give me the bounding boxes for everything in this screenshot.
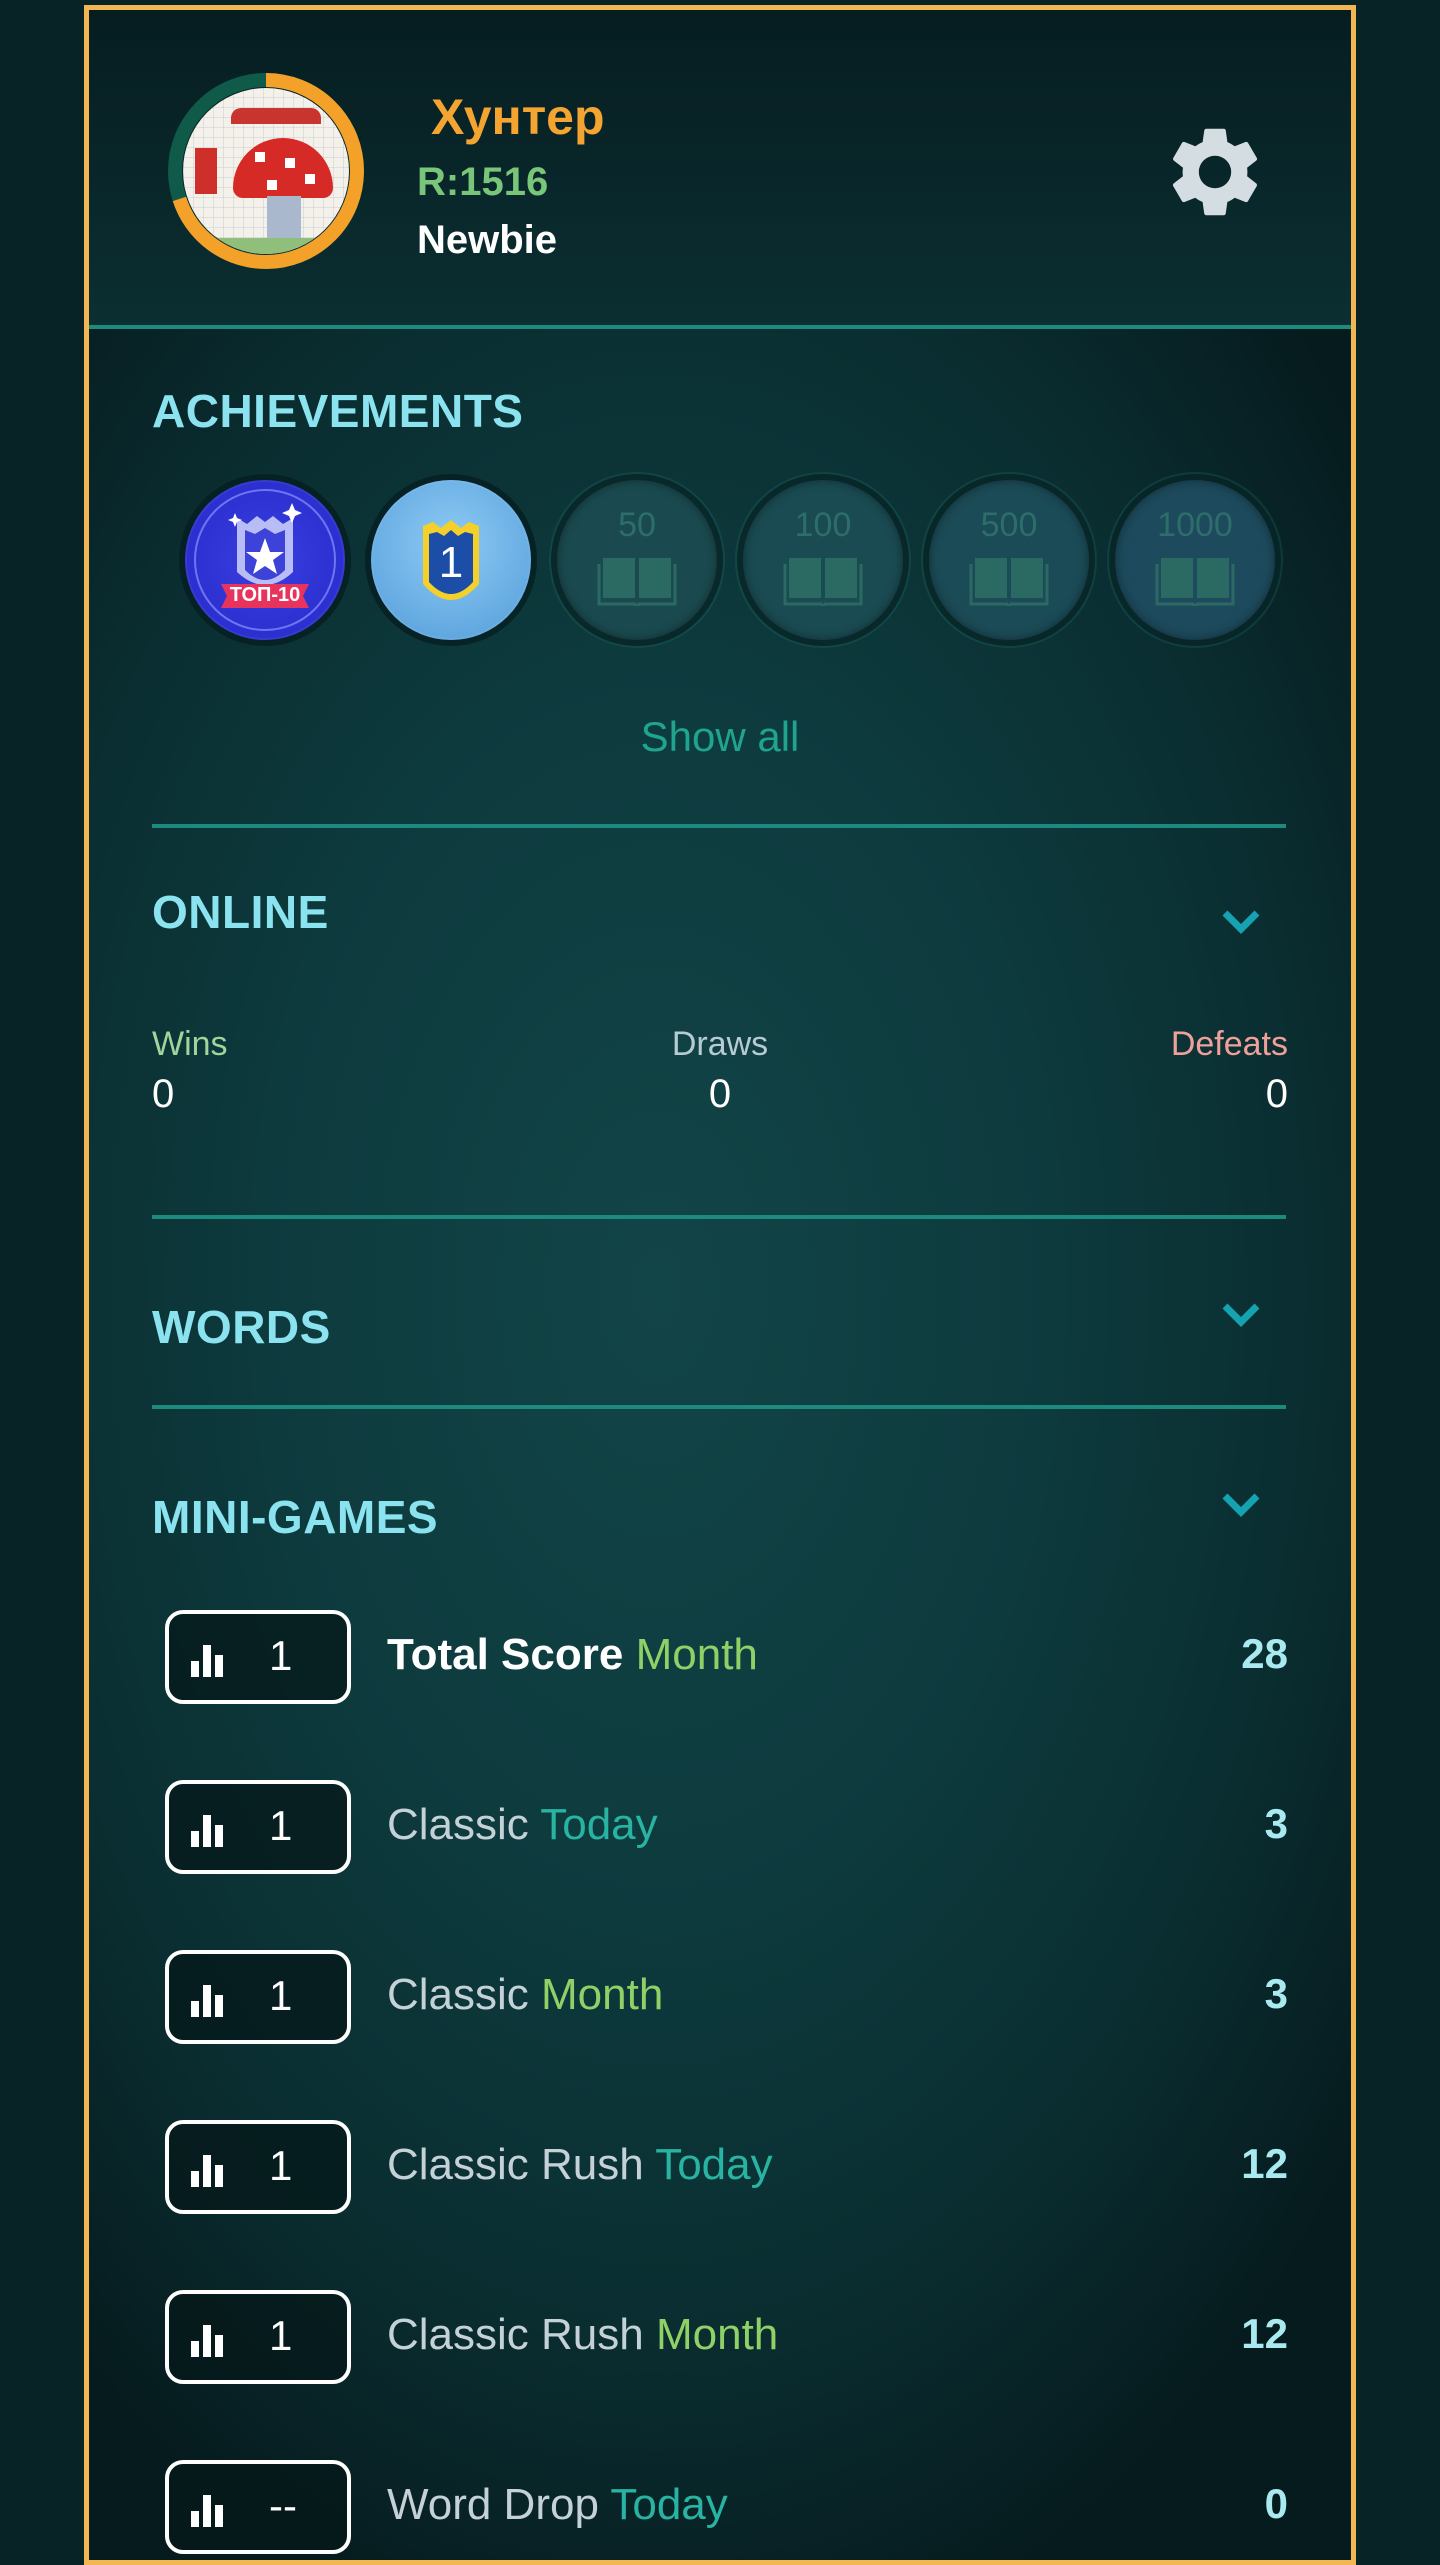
minigame-score: 12 — [1241, 2140, 1288, 2187]
rank-value: 1 — [269, 1972, 293, 2019]
rank-value: -- — [269, 2482, 297, 2529]
chevron-down-icon[interactable] — [1219, 907, 1263, 937]
book-icon — [783, 558, 863, 606]
bar-chart-icon — [191, 1645, 223, 1677]
bar-chart-icon — [191, 2155, 223, 2187]
minigame-score: 3 — [1264, 1800, 1288, 1847]
section-divider — [152, 824, 1286, 828]
minigame-row[interactable]: 1 Classic Rush Today 12 — [89, 2120, 1351, 2220]
badge-label: 100 — [794, 506, 852, 544]
shield-star-icon — [194, 489, 336, 631]
section-divider — [152, 1405, 1286, 1409]
top-10-badge[interactable]: ТОП-10 — [185, 480, 345, 640]
minigame-label: Classic Month — [387, 1970, 663, 2020]
minigame-period: Month — [635, 1630, 758, 1679]
user-rating: R:1516 — [417, 160, 549, 204]
section-divider — [152, 1215, 1286, 1219]
minigame-label: Classic Rush Month — [387, 2310, 778, 2360]
minigame-period: Today — [610, 2480, 728, 2529]
minigame-score: 12 — [1241, 2310, 1288, 2357]
leaderboard-button[interactable]: 1 — [165, 2290, 351, 2384]
minigame-period: Today — [655, 2140, 773, 2189]
achievements-list: ТОП-10 1 50 100 500 1000 — [89, 480, 1351, 650]
leaderboard-button[interactable]: -- — [165, 2460, 351, 2554]
minigame-row[interactable]: 1 Total Score Month 28 — [89, 1610, 1351, 1710]
settings-button[interactable] — [1161, 118, 1269, 226]
leaderboard-button[interactable]: 1 — [165, 1950, 351, 2044]
rank-value: 1 — [269, 2142, 293, 2189]
rank-value: 1 — [269, 1802, 293, 1849]
profile-screen: Хунтер R:1516 Newbie ACHIEVEMENTS ТОП-10 — [84, 5, 1356, 2565]
mushroom-avatar-icon — [183, 88, 349, 254]
words-section-title[interactable]: WORDS — [152, 1300, 331, 1354]
badge-label: 1 — [438, 538, 464, 587]
user-rank: Newbie — [417, 218, 558, 262]
minigames-section-title[interactable]: MINI-GAMES — [152, 1490, 438, 1544]
minigame-label: Word Drop Today — [387, 2480, 728, 2530]
book-icon — [1155, 558, 1235, 606]
minigame-name: Word Drop — [387, 2480, 599, 2529]
rank-value: 1 — [269, 2312, 293, 2359]
minigame-name: Total Score — [387, 1630, 624, 1679]
gear-icon — [1172, 128, 1258, 216]
online-section-title[interactable]: ONLINE — [152, 885, 329, 939]
bar-chart-icon — [191, 2325, 223, 2357]
minigame-label: Classic Today — [387, 1800, 658, 1850]
words-500-badge[interactable]: 500 — [929, 480, 1089, 640]
first-place-badge[interactable]: 1 — [371, 480, 531, 640]
minigame-period: Month — [655, 2310, 779, 2359]
badge-label: ТОП-10 — [229, 584, 301, 606]
draws-label: Draws — [671, 1025, 769, 1063]
minigame-row[interactable]: 1 Classic Month 3 — [89, 1950, 1351, 2050]
leaderboard-button[interactable]: 1 — [165, 2120, 351, 2214]
show-all-link[interactable]: Show all — [89, 713, 1351, 761]
leaderboard-button[interactable]: 1 — [165, 1780, 351, 1874]
defeats-label: Defeats — [1170, 1025, 1288, 1063]
defeats-value: 0 — [1265, 1072, 1288, 1116]
badge-label: 1000 — [1157, 506, 1233, 544]
minigame-name: Classic Rush — [387, 2140, 644, 2189]
badge-label: 500 — [980, 506, 1038, 544]
minigame-row[interactable]: 1 Classic Today 3 — [89, 1780, 1351, 1880]
book-icon — [969, 558, 1049, 606]
minigame-period: Month — [541, 1970, 664, 2019]
words-100-badge[interactable]: 100 — [743, 480, 903, 640]
minigame-row[interactable]: -- Word Drop Today 0 — [89, 2460, 1351, 2560]
words-50-badge[interactable]: 50 — [557, 480, 717, 640]
words-1000-badge[interactable]: 1000 — [1115, 480, 1275, 640]
minigame-row[interactable]: 1 Classic Rush Month 12 — [89, 2290, 1351, 2390]
minigame-name: Classic Rush — [387, 2310, 644, 2359]
minigame-label: Classic Rush Today — [387, 2140, 773, 2190]
rank-value: 1 — [269, 1632, 293, 1679]
minigame-score: 3 — [1264, 1970, 1288, 2017]
minigame-name: Classic — [387, 1970, 529, 2019]
draws-value: 0 — [708, 1072, 732, 1116]
bar-chart-icon — [191, 1815, 223, 1847]
chevron-down-icon[interactable] — [1219, 1490, 1263, 1520]
badge-label: 50 — [618, 506, 656, 544]
minigame-label: Total Score Month — [387, 1630, 758, 1680]
profile-header: Хунтер R:1516 Newbie — [89, 10, 1351, 328]
chevron-down-icon[interactable] — [1219, 1300, 1263, 1330]
book-icon — [597, 558, 677, 606]
user-name: Хунтер — [431, 89, 605, 145]
minigame-period: Today — [540, 1800, 658, 1849]
achievements-title: ACHIEVEMENTS — [152, 385, 524, 437]
minigame-score: 28 — [1241, 1630, 1288, 1677]
minigame-name: Classic — [387, 1800, 529, 1849]
header-divider — [89, 325, 1351, 329]
avatar[interactable] — [167, 72, 365, 270]
bar-chart-icon — [191, 1985, 223, 2017]
minigame-score: 0 — [1264, 2480, 1288, 2527]
bar-chart-icon — [191, 2495, 223, 2527]
leaderboard-button[interactable]: 1 — [165, 1610, 351, 1704]
